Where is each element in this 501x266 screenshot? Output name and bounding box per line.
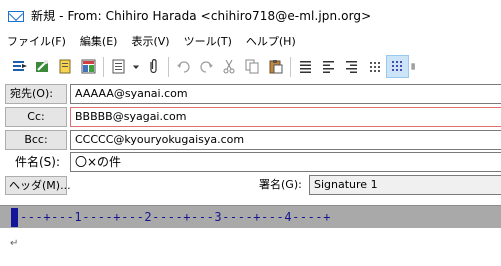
send-icon: [13, 61, 27, 71]
toolbar-separator: [168, 56, 169, 77]
signature-select[interactable]: Signature 1: [309, 175, 501, 195]
toolbar-separator: [290, 56, 291, 77]
grid-small-button[interactable]: [363, 55, 386, 78]
cc-row: Cc: BBBBB@syagai.com: [0, 107, 501, 129]
to-row: 宛先(O): AAAAA@syanai.com: [0, 84, 501, 106]
ruler-scale: ---+---1----+---2----+---3----+---4----+: [20, 210, 331, 224]
bcc-button[interactable]: Bcc:: [5, 130, 67, 150]
send-button[interactable]: [8, 55, 31, 78]
address-book-button[interactable]: [54, 55, 77, 78]
mail-app-icon: [8, 9, 24, 23]
redo-icon: [200, 61, 213, 73]
redo-button[interactable]: [195, 55, 218, 78]
subject-field[interactable]: 〇×の件: [70, 152, 501, 172]
format-dropdown-button[interactable]: [130, 55, 142, 78]
return-mark-icon: ↵: [10, 238, 19, 249]
subject-row: 件名(S): 〇×の件: [0, 152, 501, 174]
menu-tools[interactable]: ツール(T): [177, 31, 239, 52]
paste-button[interactable]: [264, 55, 287, 78]
menu-view[interactable]: 表示(V): [124, 31, 176, 52]
chevron-down-icon: [132, 65, 140, 69]
cc-field[interactable]: BBBBB@syagai.com: [70, 107, 501, 127]
next-button[interactable]: [409, 55, 419, 78]
template-icon: [81, 59, 96, 74]
align-right-icon: [346, 61, 357, 73]
paste-icon: [269, 60, 283, 74]
bcc-field[interactable]: CCCCC@kyouryokugaisya.com: [70, 130, 501, 150]
menu-file[interactable]: ファイル(F): [0, 31, 73, 52]
align-left-button[interactable]: [317, 55, 340, 78]
subject-label: 件名(S):: [15, 155, 61, 169]
message-body[interactable]: ↵: [0, 228, 501, 266]
cut-button[interactable]: [218, 55, 241, 78]
menu-edit[interactable]: 編集(E): [73, 31, 125, 52]
undo-button[interactable]: [172, 55, 195, 78]
attach-button[interactable]: [142, 55, 165, 78]
header-button[interactable]: ヘッダ(M)...: [5, 176, 71, 195]
menu-help[interactable]: ヘルプ(H): [239, 31, 303, 52]
ruler-cursor: [11, 208, 18, 227]
ruler: ---+---1----+---2----+---3----+---4----+: [0, 205, 501, 228]
attach-icon: [150, 59, 157, 74]
cc-button[interactable]: Cc:: [5, 107, 67, 127]
align-justify-icon: [300, 61, 311, 73]
format-button[interactable]: [107, 55, 130, 78]
format-icon: [112, 59, 125, 74]
to-field[interactable]: AAAAA@syanai.com: [70, 84, 501, 104]
copy-icon: [245, 59, 259, 74]
cut-icon: [223, 59, 235, 74]
to-button[interactable]: 宛先(O):: [5, 84, 67, 104]
next-icon: [411, 63, 415, 70]
grid-small-icon: [370, 62, 380, 72]
toolbar: [0, 52, 501, 81]
bcc-row: Bcc: CCCCC@kyouryokugaisya.com: [0, 130, 501, 152]
align-left-icon: [323, 61, 334, 73]
sign-icon: [36, 60, 48, 72]
align-right-button[interactable]: [340, 55, 363, 78]
window-title: 新規 - From: Chihiro Harada <chihiro718@e-…: [31, 9, 372, 23]
align-justify-button[interactable]: [294, 55, 317, 78]
grid-large-button[interactable]: [386, 55, 409, 78]
toolbar-separator: [103, 56, 104, 77]
undo-icon: [177, 61, 190, 73]
menu-bar: ファイル(F) 編集(E) 表示(V) ツール(T) ヘルプ(H): [0, 31, 501, 52]
signature-label: 署名(G):: [259, 178, 302, 191]
grid-large-icon: [392, 61, 402, 71]
title-bar: 新規 - From: Chihiro Harada <chihiro718@e-…: [0, 0, 501, 31]
address-book-icon: [59, 59, 71, 74]
template-button[interactable]: [77, 55, 100, 78]
copy-button[interactable]: [241, 55, 264, 78]
message-headers: 宛先(O): AAAAA@syanai.com Cc: BBBBB@syagai…: [0, 84, 501, 198]
sign-button[interactable]: [31, 55, 54, 78]
header-options-row: ヘッダ(M)... 署名(G): Signature 1: [0, 175, 501, 197]
